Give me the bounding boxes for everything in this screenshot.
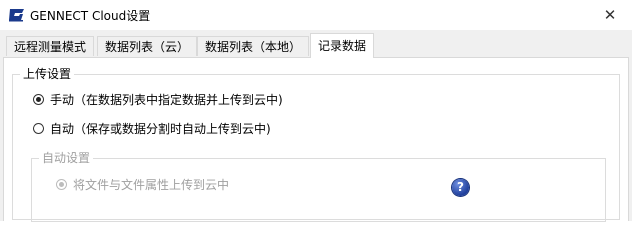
tab-label: 数据列表（云） (105, 40, 190, 54)
gennect-logo-icon (9, 9, 24, 22)
close-icon: ✕ (603, 6, 617, 24)
tab-data-list-cloud[interactable]: 数据列表（云） (97, 36, 198, 56)
settings-window: GENNECT Cloud设置 ✕ 远程测量模式 数据列表（云） 数据列表（本地… (0, 0, 632, 222)
radio-checked-disabled-icon (56, 179, 67, 190)
tab-label: 记录数据 (318, 39, 367, 53)
question-mark-icon: ? (457, 180, 464, 194)
help-button[interactable]: ? (452, 179, 469, 196)
manual-upload-label: 手动（在数据列表中指定数据并上传到云中) (50, 93, 283, 107)
tab-record-data[interactable]: 记录数据 (310, 33, 375, 58)
tab-label: 远程测量模式 (14, 40, 87, 54)
auto-upload-label: 自动（保存或数据分割时自动上传到云中) (50, 122, 271, 136)
radio-checked-icon (33, 94, 44, 105)
record-data-panel: 上传设置 手动（在数据列表中指定数据并上传到云中) 自动（保存或数据分割时自动上… (3, 57, 629, 222)
manual-upload-radio[interactable]: 手动（在数据列表中指定数据并上传到云中) (33, 92, 283, 108)
auto-settings-label: 自动设置 (39, 151, 94, 165)
title-bar: GENNECT Cloud设置 ✕ (0, 0, 632, 30)
radio-unchecked-icon (33, 123, 44, 134)
upload-file-attributes-radio[interactable]: 将文件与文件属性上传到云中 (56, 177, 229, 193)
tab-data-list-local[interactable]: 数据列表（本地） (197, 36, 310, 56)
upload-file-attributes-label: 将文件与文件属性上传到云中 (73, 178, 230, 192)
upload-settings-label: 上传设置 (20, 67, 75, 81)
tab-remote-measurement[interactable]: 远程测量模式 (6, 36, 95, 56)
window-title: GENNECT Cloud设置 (30, 9, 151, 23)
auto-upload-radio[interactable]: 自动（保存或数据分割时自动上传到云中) (33, 121, 271, 137)
tab-label: 数据列表（本地） (205, 40, 302, 54)
close-button[interactable]: ✕ (588, 0, 632, 30)
